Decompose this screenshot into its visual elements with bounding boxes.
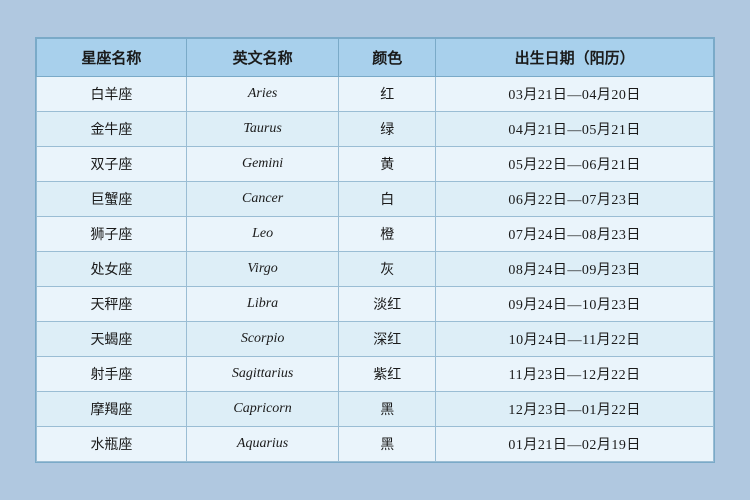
cell-color: 紫红 [339, 357, 436, 392]
table-row: 天蝎座Scorpio深红10月24日—11月22日 [37, 322, 714, 357]
cell-dates: 07月24日—08月23日 [436, 217, 714, 252]
cell-chinese-name: 射手座 [37, 357, 187, 392]
table-row: 金牛座Taurus绿04月21日—05月21日 [37, 112, 714, 147]
cell-chinese-name: 水瓶座 [37, 427, 187, 462]
cell-english-name: Capricorn [186, 392, 338, 427]
cell-english-name: Leo [186, 217, 338, 252]
cell-dates: 05月22日—06月21日 [436, 147, 714, 182]
zodiac-table: 星座名称 英文名称 颜色 出生日期（阳历） 白羊座Aries红03月21日—04… [36, 38, 714, 462]
cell-chinese-name: 白羊座 [37, 77, 187, 112]
cell-english-name: Scorpio [186, 322, 338, 357]
cell-english-name: Virgo [186, 252, 338, 287]
cell-color: 橙 [339, 217, 436, 252]
cell-dates: 11月23日—12月22日 [436, 357, 714, 392]
cell-color: 黑 [339, 392, 436, 427]
cell-chinese-name: 狮子座 [37, 217, 187, 252]
table-body: 白羊座Aries红03月21日—04月20日金牛座Taurus绿04月21日—0… [37, 77, 714, 462]
cell-dates: 09月24日—10月23日 [436, 287, 714, 322]
cell-dates: 08月24日—09月23日 [436, 252, 714, 287]
cell-color: 红 [339, 77, 436, 112]
cell-chinese-name: 金牛座 [37, 112, 187, 147]
cell-color: 绿 [339, 112, 436, 147]
cell-color: 黑 [339, 427, 436, 462]
cell-dates: 12月23日—01月22日 [436, 392, 714, 427]
zodiac-table-container: 星座名称 英文名称 颜色 出生日期（阳历） 白羊座Aries红03月21日—04… [35, 37, 715, 463]
cell-color: 白 [339, 182, 436, 217]
cell-color: 深红 [339, 322, 436, 357]
cell-english-name: Aquarius [186, 427, 338, 462]
table-row: 摩羯座Capricorn黑12月23日—01月22日 [37, 392, 714, 427]
table-row: 水瓶座Aquarius黑01月21日—02月19日 [37, 427, 714, 462]
table-header-row: 星座名称 英文名称 颜色 出生日期（阳历） [37, 39, 714, 77]
cell-chinese-name: 处女座 [37, 252, 187, 287]
cell-english-name: Cancer [186, 182, 338, 217]
cell-dates: 06月22日—07月23日 [436, 182, 714, 217]
cell-english-name: Aries [186, 77, 338, 112]
table-row: 巨蟹座Cancer白06月22日—07月23日 [37, 182, 714, 217]
cell-chinese-name: 双子座 [37, 147, 187, 182]
table-row: 狮子座Leo橙07月24日—08月23日 [37, 217, 714, 252]
cell-chinese-name: 天蝎座 [37, 322, 187, 357]
cell-color: 黄 [339, 147, 436, 182]
table-row: 处女座Virgo灰08月24日—09月23日 [37, 252, 714, 287]
col-header-chinese: 星座名称 [37, 39, 187, 77]
table-row: 射手座Sagittarius紫红11月23日—12月22日 [37, 357, 714, 392]
cell-color: 灰 [339, 252, 436, 287]
cell-chinese-name: 天秤座 [37, 287, 187, 322]
cell-dates: 03月21日—04月20日 [436, 77, 714, 112]
cell-color: 淡红 [339, 287, 436, 322]
cell-dates: 10月24日—11月22日 [436, 322, 714, 357]
cell-chinese-name: 摩羯座 [37, 392, 187, 427]
cell-chinese-name: 巨蟹座 [37, 182, 187, 217]
table-row: 白羊座Aries红03月21日—04月20日 [37, 77, 714, 112]
cell-english-name: Sagittarius [186, 357, 338, 392]
cell-dates: 01月21日—02月19日 [436, 427, 714, 462]
cell-english-name: Libra [186, 287, 338, 322]
cell-dates: 04月21日—05月21日 [436, 112, 714, 147]
table-row: 双子座Gemini黄05月22日—06月21日 [37, 147, 714, 182]
col-header-english: 英文名称 [186, 39, 338, 77]
table-row: 天秤座Libra淡红09月24日—10月23日 [37, 287, 714, 322]
col-header-dates: 出生日期（阳历） [436, 39, 714, 77]
col-header-color: 颜色 [339, 39, 436, 77]
cell-english-name: Taurus [186, 112, 338, 147]
cell-english-name: Gemini [186, 147, 338, 182]
